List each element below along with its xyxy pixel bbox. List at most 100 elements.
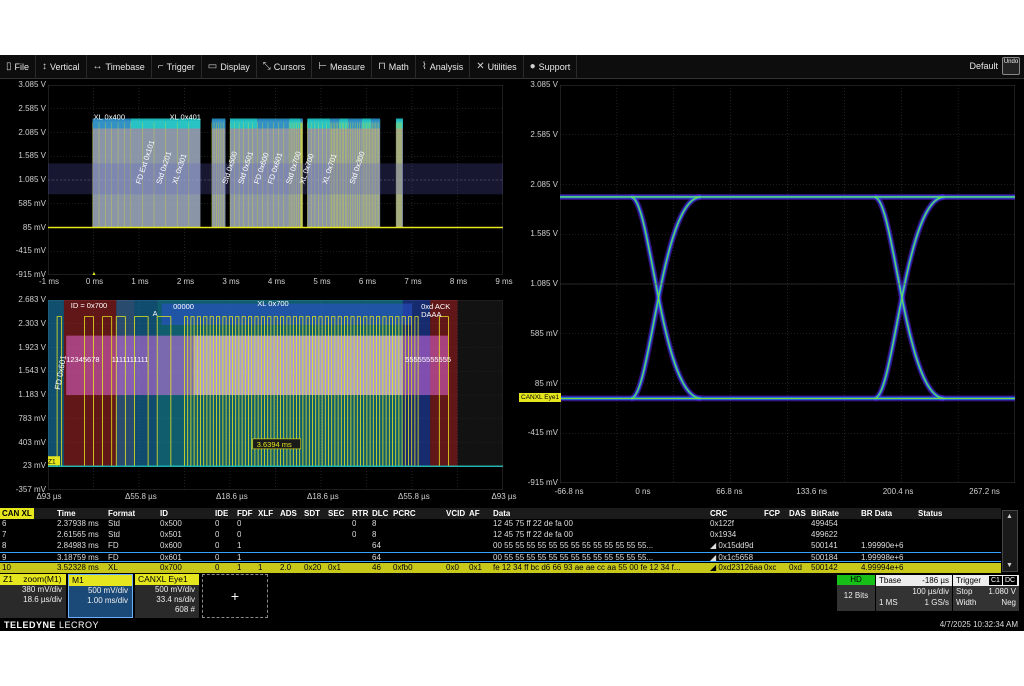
table-cell-crc: ◢ 0x1c5658	[710, 553, 754, 562]
table-row[interactable]: 6 2.37938 ms Std 0x500 0 0 0 8 12 45 75 ff 22 de…	[0, 519, 1001, 529]
table-header-cell[interactable]: Format	[108, 508, 135, 519]
y-tick-label: 1.923 V	[18, 342, 46, 352]
trigger-coupling: DC	[1003, 576, 1018, 585]
table-header-cell[interactable]: CRC	[710, 508, 727, 519]
table-header-cell[interactable]: ID	[160, 508, 168, 519]
table-cell-sec: 0x1	[328, 563, 341, 572]
y-tick-label: -415 mV	[15, 246, 46, 256]
eye-vdiv: 500 mV/div	[154, 585, 195, 594]
table-header-cell[interactable]: VCID	[446, 508, 465, 519]
menu-file[interactable]: ▯ File	[0, 55, 37, 79]
table-header-cell[interactable]: Status	[918, 508, 942, 519]
menu-trigger[interactable]: ⌐ Trigger	[152, 55, 202, 79]
menu-right: Default Undo	[969, 57, 1020, 75]
m1-descriptor[interactable]: M1 500 mV/div 1.00 ms/div	[68, 574, 133, 618]
scroll-down-icon[interactable]: ▼	[1006, 562, 1013, 569]
m1-vdiv: 500 mV/div	[87, 586, 128, 595]
frame-label: XL 0x400	[94, 113, 125, 122]
table-cell-data: fe 12 34 ff bc d6 66 93 ae ae cc aa 55 0…	[493, 563, 681, 572]
table-header-cell[interactable]: CAN XL	[0, 508, 34, 519]
menu-analysis[interactable]: ⌇ Analysis	[416, 55, 471, 79]
menu-display[interactable]: ▭ Display	[202, 55, 257, 79]
menu-label: Math	[388, 61, 409, 72]
table-row[interactable]: 8 2.84983 ms FD 0x600 0 1 64 00 55 55 55 55 55 …	[0, 541, 1001, 551]
z1-tdiv: 18.6 µs/div	[23, 595, 62, 604]
frame-label: XL 0x401	[170, 113, 201, 122]
trigger-box[interactable]: Trigger C1 DC Stop 1.080 V Width Neg	[953, 575, 1019, 611]
table-header-cell[interactable]: BR Data	[861, 508, 892, 519]
table-header-cell[interactable]: FDF	[237, 508, 253, 519]
table-cell-das: 0xd	[789, 563, 802, 572]
trigger-marker: ▲	[91, 271, 98, 275]
y-tick-label: 783 mV	[18, 413, 46, 423]
table-header-cell[interactable]: DLC	[372, 508, 388, 519]
menu-utilities[interactable]: ✕ Utilities	[470, 55, 524, 79]
data-highlight	[193, 335, 403, 395]
m1-title: M1	[69, 575, 132, 586]
eye-descriptor[interactable]: CANXL Eye1 500 mV/div 33.4 ns/div 608 #	[135, 574, 199, 618]
table-header-cell[interactable]: PCRC	[393, 508, 416, 519]
table-cell-dlc: 8	[372, 530, 377, 539]
trigger-source: C1	[989, 576, 1002, 585]
menu-support[interactable]: ● Support	[524, 55, 578, 79]
table-header-cell[interactable]: Data	[493, 508, 510, 519]
x-tick-label: Δ93 µs	[491, 492, 517, 501]
z1-descriptor[interactable]: Z1 zoom(M1) 380 mV/div 18.6 µs/div	[0, 574, 66, 618]
table-header-cell[interactable]: SDT	[304, 508, 320, 519]
y-tick-label: 585 mV	[530, 328, 558, 338]
tdiv-value: 100 µs/div	[912, 587, 949, 596]
table-header-cell[interactable]: SEC	[328, 508, 344, 519]
trigger-icon: ⌐	[157, 61, 164, 72]
field-label-daaa: DAAA	[421, 310, 441, 319]
table-cell-format: FD	[108, 553, 119, 562]
overview-grid[interactable]: XL 0x400 XL 0x401 FD Ext 0x101 Std 0x201 XL …	[47, 84, 504, 278]
menu-cursors[interactable]: ⤡ Cursors	[257, 55, 313, 79]
table-cell-data: 12 45 75 ff 22 de fa 00	[493, 519, 573, 528]
z1-vdiv: 380 mV/div	[21, 585, 62, 594]
table-cell-ide: 0	[215, 519, 220, 528]
table-header-cell[interactable]: XLF	[258, 508, 273, 519]
menu-math[interactable]: ⊓ Math	[372, 55, 416, 79]
measure-icon: ⊢	[318, 61, 327, 72]
table-scrollbar[interactable]: ▲ ▼	[1002, 510, 1018, 572]
undo-button[interactable]: Undo	[1002, 57, 1020, 75]
table-cell-id: 0x600	[160, 541, 182, 550]
x-tick-label: 0 ns	[635, 487, 651, 496]
menu-measure[interactable]: ⊢ Measure	[312, 55, 372, 79]
table-cell-time: 3.18759 ms	[57, 553, 99, 562]
table-header-cell[interactable]: AF	[469, 508, 480, 519]
table-cell-fdf: 1	[237, 553, 242, 562]
table-header-cell[interactable]: FCP	[764, 508, 780, 519]
menu-vertical[interactable]: ↕ Vertical	[36, 55, 87, 79]
x-tick-label: 200.4 ns	[882, 487, 914, 496]
eye-channel-marker[interactable]: CANXL Eye1	[519, 393, 562, 403]
table-cell-crc: 0x1934	[710, 530, 737, 539]
table-row[interactable]: 9 3.18759 ms FD 0x601 0 1 64 00 55 55 55 55 55 …	[0, 552, 1001, 562]
default-label[interactable]: Default	[969, 61, 998, 71]
tbase-value: -186 µs	[922, 576, 949, 585]
field-region	[457, 300, 503, 467]
table-header-cell[interactable]: Time	[57, 508, 76, 519]
table-cell-idx: 10	[2, 563, 11, 572]
eye-title: CANXL Eye1	[135, 574, 199, 585]
table-header-cell[interactable]: DAS	[789, 508, 806, 519]
table-cell-id: 0x601	[160, 553, 182, 562]
table-row[interactable]: 7 2.61565 ms Std 0x501 0 0 0 8 12 45 75 ff 22 de…	[0, 530, 1001, 540]
timebase-box[interactable]: Tbase -186 µs 100 µs/div 1 MS 1 GS/s	[876, 575, 952, 611]
zoom-grid[interactable]: ID = 0x700 A 00000 XL 0x700 0xd ACK DAAA 12345…	[46, 299, 504, 491]
table-header-cell[interactable]: ADS	[280, 508, 297, 519]
y-tick-label: 1.585 V	[18, 151, 46, 161]
table-header-cell[interactable]: IDE	[215, 508, 228, 519]
z1-subtitle: zoom(M1)	[23, 574, 62, 584]
table-header-cell[interactable]: BitRate	[811, 508, 839, 519]
table-header-cell[interactable]: RTR	[352, 508, 368, 519]
scroll-up-icon[interactable]: ▲	[1006, 513, 1013, 520]
decode-table[interactable]: CAN XL Time Format ID IDE FDF XLF ADS SDT SEC RTR D…	[0, 508, 1024, 574]
timebase-icon: ↔	[92, 61, 103, 72]
table-row[interactable]: 10 3.52328 ms XL 0x700 0 1 1 2.0 0x20 0x1 46 0xfb0 0…	[0, 563, 1001, 573]
eye-diagram-grid[interactable]	[559, 84, 1016, 484]
menu-label: Utilities	[487, 61, 517, 72]
hd-box[interactable]: HD 12 Bits	[837, 575, 875, 611]
add-descriptor-button[interactable]: +	[202, 574, 268, 618]
menu-timebase[interactable]: ↔ Timebase	[87, 55, 152, 79]
